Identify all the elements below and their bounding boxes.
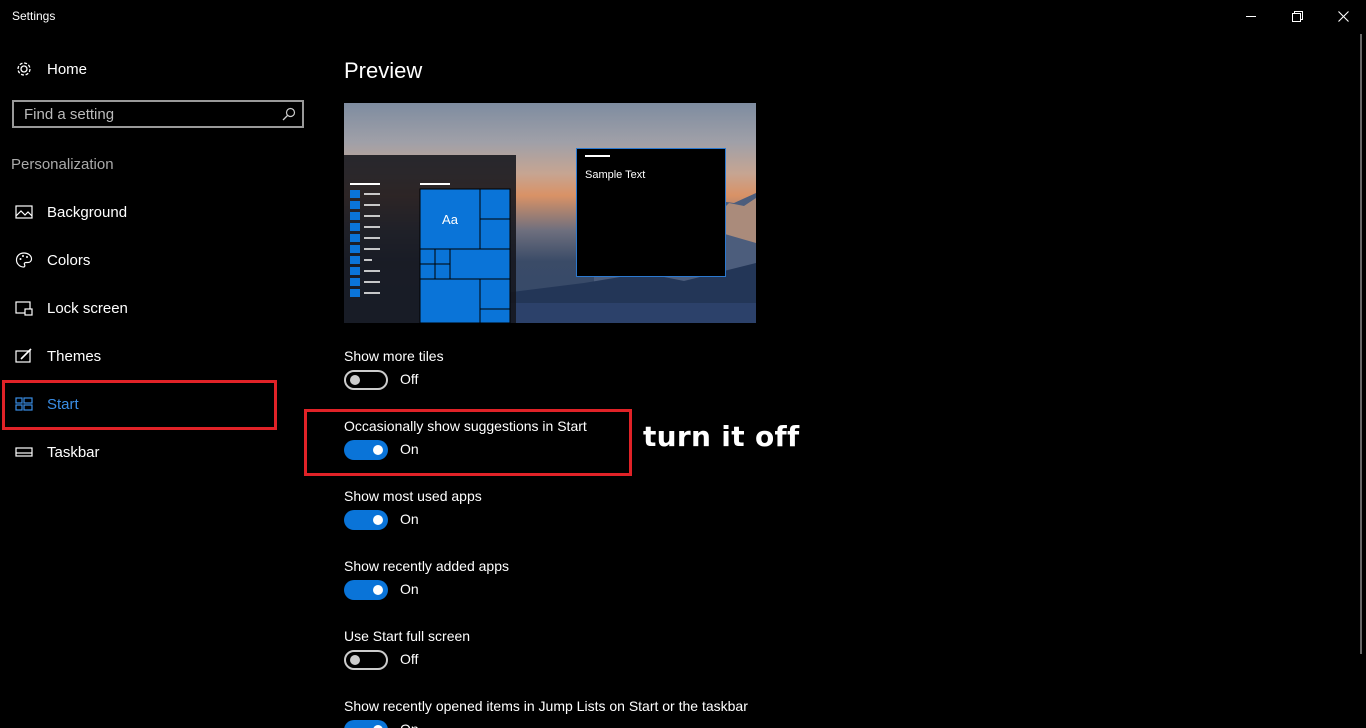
search-icon[interactable]	[282, 107, 296, 121]
toggle-knob	[350, 655, 360, 665]
nav-home[interactable]: Home	[0, 52, 300, 86]
setting-label: Show recently opened items in Jump Lists…	[344, 698, 748, 714]
setting-use-start-full-screen: Use Start full screen Off	[344, 628, 844, 688]
toggle-switch[interactable]	[344, 580, 388, 600]
taskbar-icon	[14, 442, 34, 462]
sidebar-item-colors[interactable]: Colors	[0, 240, 300, 280]
toggle-state: Off	[400, 371, 419, 387]
toggle-switch[interactable]	[344, 370, 388, 390]
window-title: Settings	[12, 9, 56, 23]
toggle-knob	[373, 515, 383, 525]
picture-icon	[14, 202, 34, 222]
sidebar-item-label: Background	[47, 203, 128, 221]
toggle-switch[interactable]	[344, 720, 388, 728]
toggle-state: On	[400, 511, 419, 527]
setting-label: Use Start full screen	[344, 628, 471, 644]
close-button[interactable]	[1320, 0, 1366, 32]
sample-text: Sample Text	[585, 169, 646, 181]
restore-button[interactable]	[1274, 0, 1320, 32]
setting-show-most-used-apps: Show most used apps On	[344, 488, 844, 548]
annotation-text: turn it off	[643, 420, 800, 453]
nav-home-label: Home	[47, 60, 88, 78]
minimize-button[interactable]	[1228, 0, 1274, 32]
toggle-state: On	[400, 721, 419, 728]
setting-label: Show more tiles	[344, 348, 444, 364]
main-content: Preview Aa Sample Text Show more tiles O…	[344, 32, 1344, 728]
sidebar-item-taskbar[interactable]: Taskbar	[0, 432, 300, 472]
search-box[interactable]	[12, 100, 304, 128]
toggle-state: On	[400, 581, 419, 597]
settings-window: Settings Home Find a setting Personaliza…	[0, 0, 1366, 728]
page-title: Preview	[344, 58, 423, 83]
setting-label: Show most used apps	[344, 488, 482, 504]
restore-icon	[1291, 10, 1303, 22]
start-preview: Aa Sample Text	[344, 103, 756, 323]
scrollbar-thumb[interactable]	[1360, 34, 1362, 654]
toggle-knob	[373, 585, 383, 595]
sidebar-item-label: Colors	[47, 251, 91, 269]
palette-icon	[14, 250, 34, 270]
sidebar-item-lock-screen[interactable]: Lock screen	[0, 288, 300, 328]
sidebar-item-label: Themes	[47, 347, 102, 365]
setting-show-more-tiles: Show more tiles Off	[344, 348, 844, 408]
highlight-box-start	[2, 380, 277, 430]
title-bar: Settings	[0, 0, 1366, 32]
sidebar-item-background[interactable]: Background	[0, 192, 300, 232]
setting-show-recently-added-apps: Show recently added apps On	[344, 558, 844, 618]
search-input[interactable]	[14, 102, 274, 126]
gear-icon	[14, 59, 34, 79]
scrollbar[interactable]	[1356, 32, 1366, 728]
preview-tile-text: Aa	[442, 211, 458, 227]
preview-sample-window: Sample Text	[576, 148, 726, 277]
setting-jump-lists: Show recently opened items in Jump Lists…	[344, 698, 844, 728]
setting-label: Show recently added apps	[344, 558, 509, 574]
toggle-switch[interactable]	[344, 510, 388, 530]
sidebar-item-label: Taskbar	[47, 443, 100, 461]
sidebar-item-themes[interactable]: Themes	[0, 336, 300, 376]
close-icon	[1337, 10, 1349, 22]
brush-icon	[14, 346, 34, 366]
toggle-switch[interactable]	[344, 650, 388, 670]
minimize-icon	[1246, 15, 1256, 17]
sample-window-bar	[585, 155, 610, 157]
sidebar-item-label: Lock screen	[47, 299, 128, 317]
toggle-knob	[350, 375, 360, 385]
sidebar: Home Personalization Background	[0, 32, 320, 728]
toggle-state: Off	[400, 651, 419, 667]
section-heading: Personalization	[11, 156, 114, 173]
preview-start-menu: Aa	[344, 155, 516, 323]
lock-screen-icon	[14, 298, 34, 318]
highlight-box-suggestions	[304, 409, 632, 476]
